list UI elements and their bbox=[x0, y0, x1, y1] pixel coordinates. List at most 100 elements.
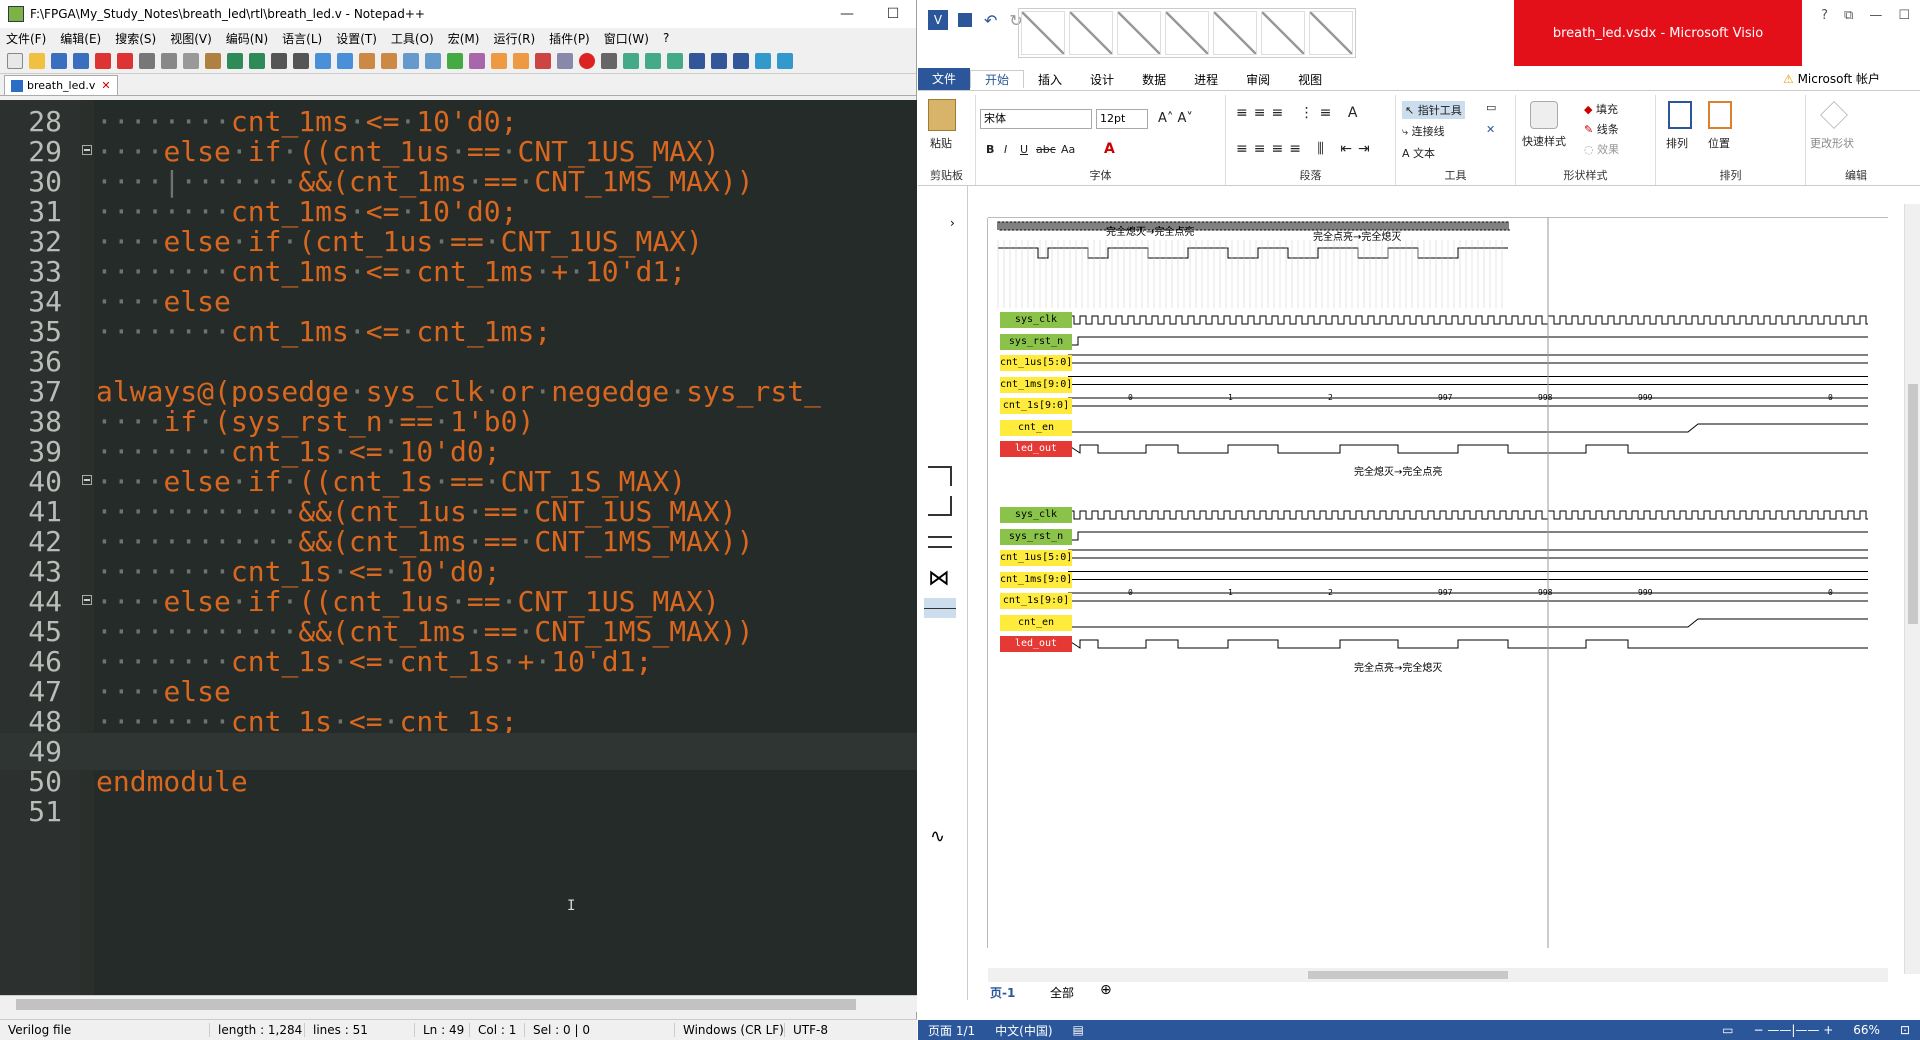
signal-label[interactable]: cnt_en bbox=[1000, 419, 1072, 436]
show-all-icon[interactable] bbox=[425, 52, 441, 69]
change-shape-label[interactable]: 更改形状 bbox=[1810, 135, 1854, 151]
maximize-button[interactable]: ☐ bbox=[1898, 8, 1910, 23]
font-color-icon[interactable]: A bbox=[1104, 141, 1115, 157]
pointer-tool-button[interactable]: ↖ 指针工具 bbox=[1402, 101, 1465, 119]
signal-label[interactable]: cnt_1us[5:0] bbox=[1000, 550, 1072, 566]
menu-settings[interactable]: 设置(T) bbox=[336, 30, 377, 47]
play-macro-icon[interactable] bbox=[623, 52, 639, 69]
justify-icons[interactable]: ≡≡≡≡ ⫼ ⇤⇥ bbox=[1236, 141, 1376, 157]
shape-gallery[interactable] bbox=[1018, 8, 1356, 58]
tab-breath-led[interactable]: breath_led.v ✕ bbox=[4, 75, 118, 95]
save-icon[interactable] bbox=[958, 13, 972, 27]
menu-tools[interactable]: 工具(O) bbox=[391, 30, 434, 47]
stencil-wave-icon[interactable]: ∿ bbox=[930, 826, 945, 847]
text-tool-button[interactable]: A 文本 bbox=[1402, 145, 1435, 161]
fold-toggle-icon[interactable] bbox=[82, 145, 92, 155]
indent-guide-icon[interactable] bbox=[447, 52, 463, 69]
signal-label[interactable]: cnt_en bbox=[1000, 614, 1072, 631]
tab-view[interactable]: 视图 bbox=[1284, 71, 1336, 88]
shapes-panel[interactable]: › ⋈ ∿ bbox=[918, 186, 968, 1000]
signal-label[interactable]: cnt_1us[5:0] bbox=[1000, 355, 1072, 371]
signal-label[interactable]: cnt_1ms[9:0] bbox=[1000, 571, 1072, 588]
tab-process[interactable]: 进程 bbox=[1180, 71, 1232, 88]
stencil-falling-edge-icon[interactable] bbox=[928, 496, 952, 516]
zoom-slider[interactable]: − ——|—— + bbox=[1743, 1023, 1843, 1037]
new-file-icon[interactable] bbox=[7, 52, 23, 69]
print-icon[interactable] bbox=[139, 52, 155, 69]
fold-toggle-icon[interactable] bbox=[82, 595, 92, 605]
map-icon[interactable] bbox=[491, 52, 507, 69]
arrange-label[interactable]: 排列 bbox=[1666, 135, 1688, 151]
code-editor[interactable]: 28 ········cnt_1ms·<=·10'd0; 29 ····else·if… bbox=[0, 100, 917, 995]
redo-icon[interactable] bbox=[249, 52, 265, 69]
shape-thumb-icon[interactable] bbox=[1117, 11, 1161, 55]
replace-icon[interactable] bbox=[293, 52, 309, 69]
panel-icon[interactable] bbox=[733, 52, 749, 69]
connector-button[interactable]: ⤷ 连接线 bbox=[1402, 123, 1445, 139]
position-icon[interactable] bbox=[1708, 101, 1732, 129]
stencil-line-icon[interactable] bbox=[924, 598, 956, 618]
drawing-area[interactable]: › ⋈ ∿ 0 1 2 997 998 999 0 0 1 2 997 998 999 0 sys_clk… bbox=[918, 186, 1920, 1000]
find-icon[interactable] bbox=[271, 52, 287, 69]
annotation-text[interactable]: 完全熄灭→完全点亮 bbox=[1354, 463, 1442, 478]
move-down-icon[interactable] bbox=[777, 52, 793, 69]
signal-label[interactable]: cnt_1s[9:0] bbox=[1000, 398, 1072, 414]
rectangle-icon[interactable]: ▭ bbox=[1486, 101, 1496, 114]
tab-file[interactable]: 文件 bbox=[918, 68, 971, 90]
macro-icon[interactable]: ▤ bbox=[1063, 1023, 1094, 1037]
signal-label[interactable]: sys_clk bbox=[1000, 312, 1072, 328]
stencil-rising-edge-icon[interactable] bbox=[928, 466, 952, 486]
case-icon[interactable]: Aa bbox=[1061, 143, 1075, 156]
menu-file[interactable]: 文件(F) bbox=[6, 30, 46, 47]
paste-icon[interactable] bbox=[205, 52, 221, 69]
shape-thumb-icon[interactable] bbox=[1213, 11, 1257, 55]
copy-icon[interactable] bbox=[183, 52, 199, 69]
sync-v-icon[interactable] bbox=[359, 52, 375, 69]
arrange-icon[interactable] bbox=[1668, 101, 1692, 129]
doc-map-icon[interactable] bbox=[689, 52, 705, 69]
shape-thumb-icon[interactable] bbox=[1309, 11, 1353, 55]
func-list-icon[interactable] bbox=[513, 52, 529, 69]
menu-view[interactable]: 视图(V) bbox=[170, 30, 212, 47]
x-icon[interactable]: ✕ bbox=[1486, 123, 1495, 136]
folder-workspace-icon[interactable] bbox=[535, 52, 551, 69]
menu-run[interactable]: 运行(R) bbox=[493, 30, 535, 47]
record-macro-icon[interactable] bbox=[579, 52, 595, 69]
save-icon[interactable] bbox=[51, 52, 67, 69]
timing-diagram-page[interactable]: 0 1 2 997 998 999 0 0 1 2 997 998 999 0 sys_clk sys_rs… bbox=[988, 218, 1868, 948]
fit-icon[interactable]: ▭ bbox=[1712, 1023, 1743, 1037]
all-pages-tab[interactable]: 全部 bbox=[1050, 984, 1074, 1001]
move-up-icon[interactable] bbox=[755, 52, 771, 69]
menu-encoding[interactable]: 编码(N) bbox=[226, 30, 268, 47]
effect-button[interactable]: ◌ 效果 bbox=[1584, 141, 1619, 157]
align-icons[interactable]: ≡≡≡ ⋮≡ A bbox=[1236, 105, 1363, 121]
func-icon[interactable] bbox=[711, 52, 727, 69]
sync-h-icon[interactable] bbox=[381, 52, 397, 69]
fold-toggle-icon[interactable] bbox=[82, 475, 92, 485]
scroll-thumb[interactable] bbox=[1908, 384, 1918, 624]
monitor-icon[interactable] bbox=[557, 52, 573, 69]
signal-label[interactable]: led_out bbox=[1000, 636, 1072, 652]
expand-panel-icon[interactable]: › bbox=[950, 216, 955, 230]
help-button[interactable]: ? bbox=[1821, 8, 1828, 23]
tab-insert[interactable]: 插入 bbox=[1024, 71, 1076, 88]
account-menu[interactable]: ⚠ Microsoft 帐户 bbox=[1783, 70, 1880, 87]
underline-icon[interactable]: U bbox=[1020, 143, 1028, 156]
shape-thumb-icon[interactable] bbox=[1069, 11, 1113, 55]
fill-button[interactable]: ◆ 填充 bbox=[1584, 101, 1618, 117]
lang-icon[interactable] bbox=[469, 52, 485, 69]
menu-search[interactable]: 搜索(S) bbox=[115, 30, 156, 47]
change-shape-icon[interactable] bbox=[1820, 101, 1848, 129]
tab-review[interactable]: 审阅 bbox=[1232, 71, 1284, 88]
add-page-icon[interactable]: ⊕ bbox=[1100, 982, 1112, 998]
ribbon-options-button[interactable]: ⧉ bbox=[1844, 8, 1853, 23]
save-all-icon[interactable] bbox=[73, 52, 89, 69]
scroll-thumb[interactable] bbox=[16, 999, 856, 1010]
annotation-text[interactable]: 完全点亮→完全熄灭 bbox=[1313, 228, 1401, 243]
menu-edit[interactable]: 编辑(E) bbox=[60, 30, 101, 47]
shape-thumb-icon[interactable] bbox=[1165, 11, 1209, 55]
annotation-text[interactable]: 完全熄灭→完全点亮 bbox=[1106, 223, 1194, 238]
zoom-in-icon[interactable] bbox=[315, 52, 331, 69]
minimize-button[interactable]: — bbox=[1869, 8, 1882, 23]
tab-home[interactable]: 开始 bbox=[970, 70, 1025, 88]
